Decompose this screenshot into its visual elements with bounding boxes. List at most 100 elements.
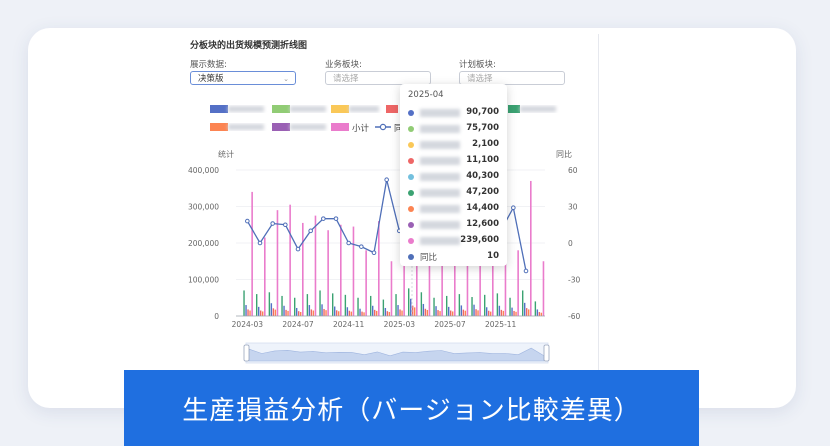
legend-swatch-blue[interactable] — [210, 105, 228, 113]
tooltip-row: 75,700 — [408, 122, 499, 136]
bar-orange — [287, 310, 289, 316]
bar-subtotal — [378, 221, 380, 316]
bar-blue — [498, 305, 501, 316]
bar-blue — [524, 302, 526, 316]
yoy-point — [270, 221, 275, 226]
bar-green — [522, 290, 524, 316]
bar-green — [256, 294, 258, 316]
bar-blue — [448, 306, 450, 316]
legend-label-blur — [290, 124, 326, 130]
bar-green — [294, 297, 296, 316]
bar-red — [336, 310, 338, 316]
bar-red — [348, 310, 351, 316]
bar-subtotal — [340, 224, 342, 316]
bar-green — [306, 294, 309, 316]
series-dot-icon — [408, 126, 414, 132]
bar-red — [323, 308, 325, 316]
bar-red — [462, 309, 465, 316]
tooltip-value: 90,700 — [466, 107, 499, 117]
tooltip-series-name-blurred — [420, 141, 460, 149]
bar-green — [281, 295, 283, 316]
legend-swatch-darkgreen[interactable] — [508, 105, 520, 113]
tooltip-row: 47,200 — [408, 186, 499, 200]
yoy-point — [511, 205, 516, 211]
bar-green — [534, 301, 537, 316]
x-tick-label: 2024-11 — [333, 320, 365, 329]
tooltip-value: 10 — [487, 251, 499, 261]
tooltip-value: 12,600 — [466, 219, 499, 229]
bar-orange — [338, 311, 340, 316]
legend-swatch-green[interactable] — [272, 105, 290, 113]
tooltip-series-name-blurred — [420, 109, 460, 117]
bar-orange — [350, 311, 353, 316]
series-dot-icon — [408, 110, 414, 116]
legend-label-blur — [228, 106, 264, 112]
series-dot-icon — [408, 222, 414, 228]
bar-blue — [334, 306, 336, 316]
bar-red — [437, 310, 439, 316]
legend-swatch-pink[interactable] — [331, 123, 349, 131]
bar-subtotal — [289, 204, 291, 316]
right-tick-label: -60 — [568, 312, 580, 321]
legend-marker-yoy — [379, 123, 387, 131]
tooltip-series-name-blurred — [420, 237, 460, 245]
bar-red — [361, 311, 363, 316]
bar-blue — [511, 307, 513, 316]
bar-blue — [258, 306, 260, 316]
bar-green — [332, 293, 334, 316]
bar-orange — [325, 310, 327, 316]
data-zoom-left-handle[interactable] — [243, 344, 250, 362]
bar-green — [496, 293, 499, 316]
legend-swatch-orange[interactable] — [210, 123, 228, 131]
legend-swatch-purple[interactable] — [272, 123, 290, 131]
data-zoom-right-handle[interactable] — [543, 344, 550, 362]
series-dot-icon — [408, 238, 414, 244]
left-tick-label: 100,000 — [188, 276, 219, 285]
bar-green — [509, 297, 511, 316]
x-tick-label: 2025-07 — [434, 320, 466, 329]
yoy-point — [295, 246, 301, 252]
bar-blue — [473, 304, 475, 316]
tooltip-series-name-blurred — [420, 173, 460, 181]
tooltip-series-name-blurred — [420, 221, 460, 229]
bar-orange — [249, 310, 251, 316]
bar-red — [526, 308, 528, 316]
right-tick-label: 60 — [568, 166, 578, 175]
data-zoom-slider[interactable] — [243, 342, 550, 364]
bar-green — [395, 294, 397, 316]
bar-subtotal — [264, 237, 266, 316]
legend-swatch-red[interactable] — [386, 105, 398, 113]
bar-orange — [540, 312, 543, 316]
bar-green — [484, 294, 486, 316]
left-tick-label: 0 — [214, 312, 219, 321]
left-tick-label: 400,000 — [188, 166, 219, 175]
tooltip-series-name-blurred — [420, 205, 460, 213]
bar-red — [272, 308, 275, 316]
bar-orange — [490, 311, 492, 316]
bar-orange — [502, 310, 505, 316]
bar-red — [488, 310, 490, 316]
bar-blue — [397, 305, 399, 316]
yoy-point — [359, 244, 364, 249]
bar-blue — [422, 303, 425, 316]
bar-blue — [410, 298, 412, 316]
right-axis-ticks: 60 30 0 -30 -60 — [568, 166, 580, 321]
bar-orange — [477, 310, 479, 316]
tooltip-series-name: 同比 — [420, 253, 438, 263]
bar-blue — [384, 307, 387, 316]
legend-swatch-yellow[interactable] — [331, 105, 349, 113]
right-axis-title: 同比 — [556, 149, 572, 159]
bar-subtotal — [314, 215, 317, 316]
bar-blue — [435, 306, 437, 316]
x-tick-label: 2025-11 — [485, 320, 517, 329]
yoy-point — [346, 240, 351, 246]
legend-label-blur — [228, 124, 264, 130]
bar-orange — [452, 311, 454, 316]
legend-label-blur — [520, 106, 556, 112]
bar-orange — [439, 311, 441, 316]
right-tick-label: 0 — [568, 239, 573, 248]
bar-green — [344, 294, 347, 316]
right-tick-label: 30 — [568, 203, 578, 212]
tooltip-series-name-blurred — [420, 189, 460, 197]
left-axis-title: 统计 — [218, 149, 234, 159]
